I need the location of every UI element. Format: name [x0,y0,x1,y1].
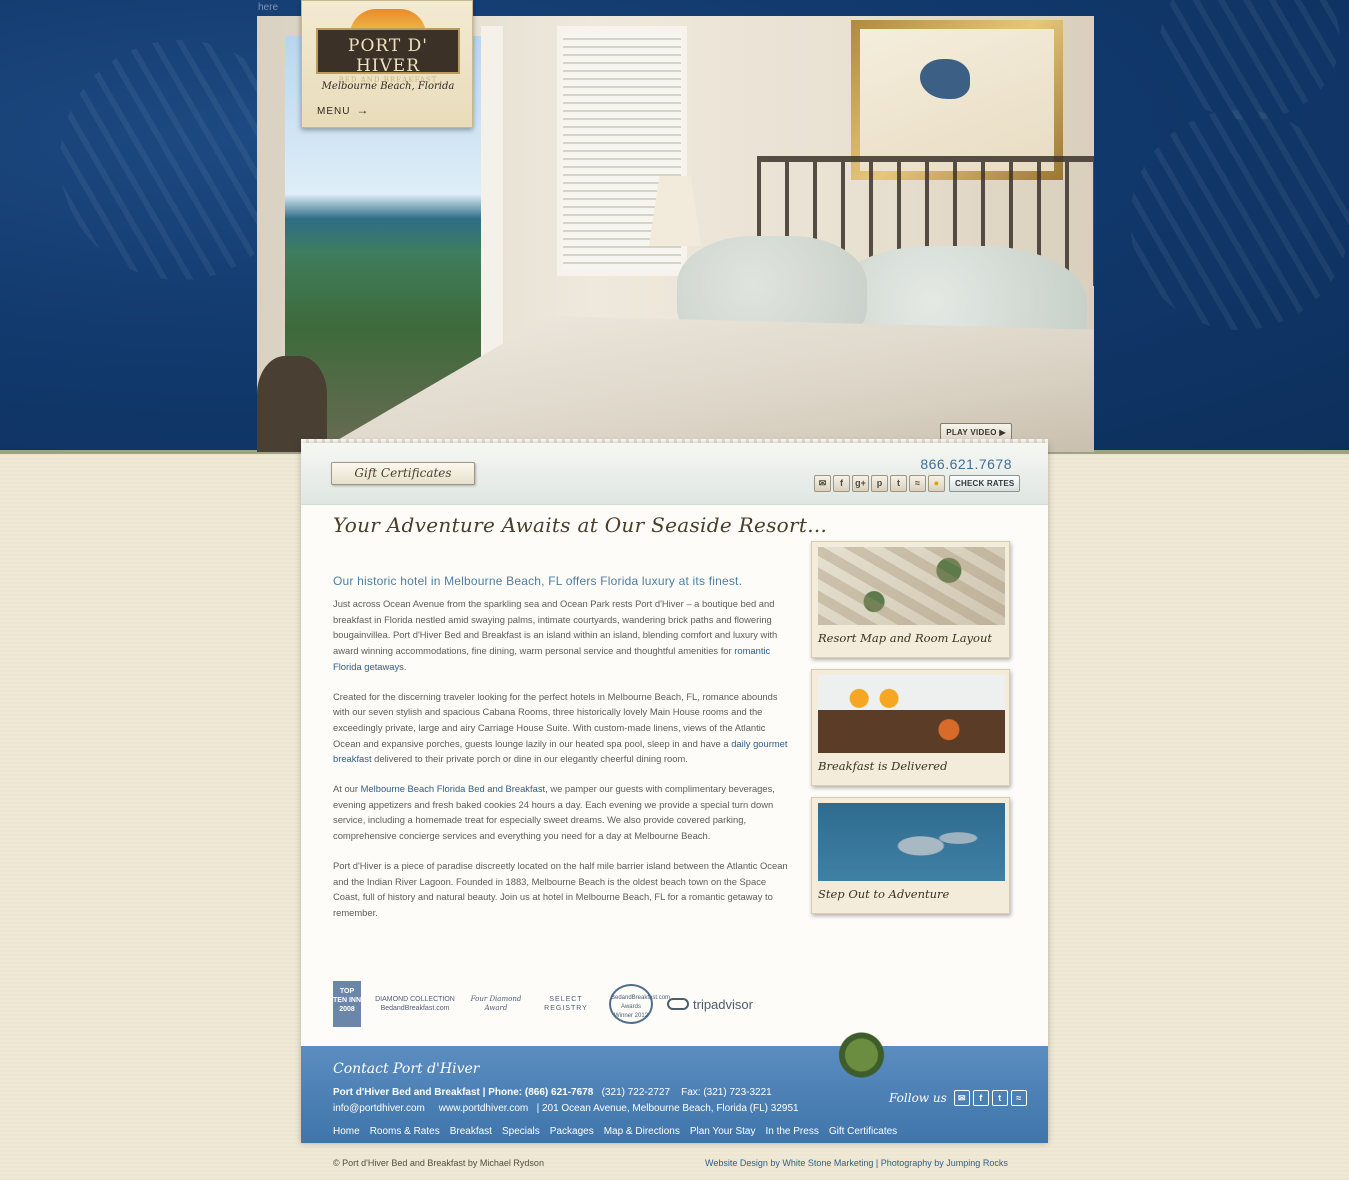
paragraph: At our Melbourne Beach Florida Bed and B… [333,783,775,842]
diamond-collection-award[interactable]: DIAMOND COLLECTION BedandBreakfast.com [375,995,455,1013]
here-link[interactable]: here [258,2,278,13]
pinterest-icon[interactable]: p [871,475,888,492]
breakfast-card[interactable]: Breakfast is Delivered [811,669,1010,786]
nav-rooms-rates[interactable]: Rooms & Rates [370,1126,440,1137]
logo-name: PORT D' HIVER [348,36,428,76]
nav-packages[interactable]: Packages [550,1126,594,1137]
page-subheading: Our historic hotel in Melbourne Beach, F… [333,574,743,588]
follow-label: Follow us [889,1091,947,1105]
contact-line-2: info@portdhiver.com www.portdhiver.com |… [333,1103,799,1114]
palm-frond-decoration [1160,0,1340,120]
menu-button[interactable]: MENU → [317,103,369,117]
email-icon[interactable]: ✉ [814,475,831,492]
nav-gift-certificates[interactable]: Gift Certificates [829,1126,897,1137]
page-headline: Your Adventure Awaits at Our Seaside Res… [333,513,828,537]
check-rates-button[interactable]: CHECK RATES [949,475,1021,492]
top-ten-inn-award[interactable]: TOP TEN INN 2008 [333,981,361,1027]
nav-plan-your-stay[interactable]: Plan Your Stay [690,1126,756,1137]
contact-footer: Contact Port d'Hiver Port d'Hiver Bed an… [301,1026,1048,1143]
play-icon: ▶ [999,428,1006,437]
select-registry-award[interactable]: SELECT REGISTRY [537,995,595,1013]
social-links: ✉ f g+ p t ≈ ● CHECK RATES [814,475,1021,492]
arrow-right-icon: → [356,103,370,117]
rss-icon[interactable]: ≈ [909,475,926,492]
credits-links[interactable]: Website Design by White Stone Marketing … [705,1158,1008,1168]
footer-nav: Home Rooms & Rates Breakfast Specials Pa… [333,1126,907,1137]
card-caption: Resort Map and Room Layout [818,631,992,645]
four-diamond-award[interactable]: Four Diamond Award [469,995,523,1013]
nav-specials[interactable]: Specials [502,1126,540,1137]
sea-turtle-icon [821,1026,911,1084]
panel-header: Gift Certificates 866.621.7678 ✉ f g+ p … [301,443,1048,505]
resort-map-card[interactable]: Resort Map and Room Layout [811,541,1010,658]
smile-icon[interactable]: ● [928,475,945,492]
nav-map-directions[interactable]: Map & Directions [604,1126,680,1137]
paragraph: Created for the discerning traveler look… [333,690,788,765]
logo-badge: PORT D' HIVER BED AND BREAKFAST [316,28,460,84]
adventure-card[interactable]: Step Out to Adventure [811,797,1010,914]
copyright-text: © Port d'Hiver Bed and Breakfast by Mich… [333,1158,544,1168]
breakfast-image [818,675,1005,753]
contact-numbers: (321) 722-2727 Fax: (321) 723-3221 [593,1087,772,1098]
facebook-icon[interactable]: f [972,1090,989,1106]
tripadvisor-owl-icon [667,998,689,1010]
adventure-image [818,803,1005,881]
tumblr-icon[interactable]: t [890,475,907,492]
facebook-icon[interactable]: f [833,475,850,492]
gift-certificates-button[interactable]: Gift Certificates [331,462,475,485]
nav-home[interactable]: Home [333,1126,360,1137]
follow-us: Follow us ✉ f t ≈ [889,1090,1027,1106]
contact-title: Contact Port d'Hiver [333,1061,480,1077]
contact-name-phone: Port d'Hiver Bed and Breakfast | Phone: … [333,1087,594,1098]
content-panel: Gift Certificates 866.621.7678 ✉ f g+ p … [301,443,1048,1143]
nav-in-the-press[interactable]: In the Press [765,1126,818,1137]
wicker-chair [257,356,327,452]
intro-text: Just across Ocean Avenue from the sparkl… [333,596,788,935]
phone-number: 866.621.7678 [920,456,1012,472]
email-icon[interactable]: ✉ [953,1090,970,1106]
paragraph: Port d'Hiver is a piece of paradise disc… [333,859,788,918]
card-caption: Breakfast is Delivered [818,759,948,773]
menu-label: MENU [317,106,351,117]
rss-icon[interactable]: ≈ [1010,1090,1027,1106]
twitter-icon[interactable]: t [991,1090,1008,1106]
google-plus-icon[interactable]: g+ [852,475,869,492]
bed-and-breakfast-link[interactable]: Melbourne Beach Florida Bed and Breakfas… [361,783,545,794]
card-caption: Step Out to Adventure [818,887,950,901]
paragraph: Just across Ocean Avenue from the sparkl… [333,598,778,672]
tripadvisor-award[interactable]: tripadvisor [667,996,753,1012]
play-video-label: PLAY VIDEO [946,428,997,437]
awards-row: TOP TEN INN 2008 DIAMOND COLLECTION Beda… [333,978,763,1030]
resort-map-image [818,547,1005,625]
logo-card[interactable]: PORT D' HIVER BED AND BREAKFAST Melbourn… [301,0,473,128]
tripadvisor-label: tripadvisor [693,996,753,1012]
bedandbreakfast-award[interactable]: BedandBreakfast.com Awards Winner 2012 [609,984,670,1024]
palm-frond-decoration [1130,110,1349,330]
contact-line-1: Port d'Hiver Bed and Breakfast | Phone: … [333,1087,772,1098]
nav-breakfast[interactable]: Breakfast [450,1126,492,1137]
logo-location: Melbourne Beach, Florida [321,81,455,92]
